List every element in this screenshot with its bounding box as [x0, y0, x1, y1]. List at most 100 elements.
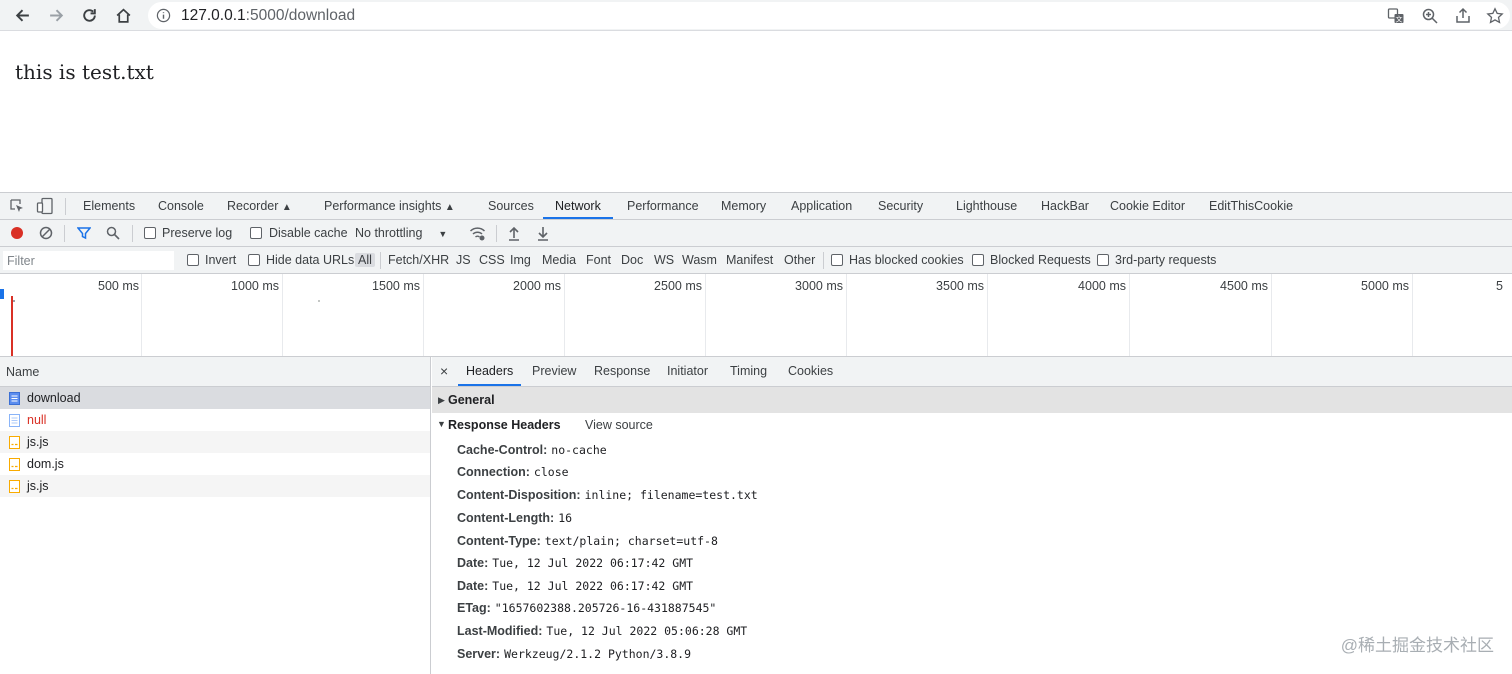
tab-security[interactable]: Security	[878, 193, 923, 219]
tab-sources[interactable]: Sources	[488, 193, 534, 219]
inspect-element-icon[interactable]	[9, 198, 25, 214]
third-party-requests-checkbox[interactable]	[1097, 254, 1109, 266]
tab-hackbar[interactable]: HackBar	[1041, 193, 1089, 219]
request-row-js-js[interactable]: js.js	[0, 431, 430, 453]
flask-icon: ▲	[281, 202, 292, 213]
has-blocked-cookies-checkbox[interactable]	[831, 254, 843, 266]
header-value: inline; filename=test.txt	[584, 488, 758, 502]
timeline-label: 5000 ms	[1361, 279, 1409, 293]
home-icon	[116, 8, 130, 23]
tab-timing[interactable]: Timing	[730, 357, 767, 386]
export-har-icon[interactable]	[536, 225, 550, 241]
divider	[65, 198, 66, 215]
header-row: Connection: close	[457, 465, 569, 479]
request-row-js-js-2[interactable]: js.js	[0, 475, 430, 497]
type-filter-manifest[interactable]: Manifest	[726, 247, 773, 273]
header-value: Tue, 12 Jul 2022 06:17:42 GMT	[492, 579, 694, 593]
import-har-icon[interactable]	[507, 225, 521, 241]
throttling-select[interactable]: No throttling ▼	[355, 220, 447, 246]
forward-button[interactable]	[43, 3, 69, 27]
network-conditions-icon[interactable]	[469, 225, 486, 242]
type-filter-media[interactable]: Media	[542, 247, 576, 273]
type-filter-doc[interactable]: Doc	[621, 247, 643, 273]
tab-cookie-editor[interactable]: Cookie Editor	[1110, 193, 1185, 219]
header-name: Date:	[457, 556, 489, 570]
timeline-label: 4500 ms	[1220, 279, 1268, 293]
name-column-header[interactable]: Name	[0, 357, 430, 387]
tab-application[interactable]: Application	[791, 193, 852, 219]
translate-icon[interactable]: 文	[1387, 7, 1405, 25]
request-row-null[interactable]: null	[0, 409, 430, 431]
header-row: Cache-Control: no-cache	[457, 443, 607, 457]
reload-button[interactable]	[76, 3, 102, 27]
timeline-label: 1500 ms	[372, 279, 420, 293]
tab-recorder[interactable]: Recorder ▲	[227, 193, 292, 219]
type-filter-all-label: All	[355, 253, 375, 267]
tab-cookies[interactable]: Cookies	[788, 357, 833, 386]
tab-console[interactable]: Console	[158, 193, 204, 219]
arrow-left-icon	[15, 9, 29, 21]
tab-lighthouse[interactable]: Lighthouse	[956, 193, 1017, 219]
type-filter-all[interactable]: All	[355, 251, 375, 269]
device-toolbar-icon[interactable]	[36, 197, 54, 215]
hide-data-urls-checkbox[interactable]	[248, 254, 260, 266]
header-value: close	[533, 465, 569, 479]
share-icon[interactable]	[1454, 7, 1472, 25]
tab-elements[interactable]: Elements	[83, 193, 135, 219]
tab-performance[interactable]: Performance	[627, 193, 699, 219]
back-button[interactable]	[9, 3, 35, 27]
view-source-link[interactable]: View source	[585, 418, 653, 432]
address-bar[interactable]: 127.0.0.1:5000/download 文	[148, 2, 1510, 29]
clear-icon[interactable]	[39, 226, 53, 240]
tab-performance-insights[interactable]: Performance insights ▲	[324, 193, 455, 219]
timeline-label: 500 ms	[98, 279, 139, 293]
divider	[64, 225, 65, 242]
tab-response[interactable]: Response	[594, 357, 650, 386]
header-name: Cache-Control:	[457, 443, 548, 457]
grid-line	[705, 274, 706, 356]
header-value: text/plain; charset=utf-8	[544, 534, 718, 548]
collapse-triangle-icon[interactable]: ▼	[437, 419, 446, 429]
expand-triangle-icon: ▶	[438, 395, 445, 405]
tab-headers[interactable]: Headers	[458, 357, 522, 386]
filter-input[interactable]	[3, 251, 174, 270]
invert-checkbox[interactable]	[187, 254, 199, 266]
type-filter-other[interactable]: Other	[784, 247, 815, 273]
header-name: Content-Length:	[457, 511, 555, 525]
watermark: @稀土掘金技术社区	[1340, 636, 1494, 655]
type-filter-img[interactable]: Img	[510, 247, 531, 273]
url-text[interactable]: 127.0.0.1:5000/download	[181, 7, 355, 25]
header-row: Content-Length: 16	[457, 511, 572, 525]
close-icon[interactable]: ×	[440, 363, 448, 379]
timeline-label: 2000 ms	[513, 279, 561, 293]
zoom-icon[interactable]	[1421, 7, 1439, 25]
general-section-header[interactable]: ▶ General	[432, 387, 1512, 413]
type-filter-js[interactable]: JS	[456, 247, 471, 273]
disable-cache-checkbox[interactable]	[250, 227, 262, 239]
type-filter-ws[interactable]: WS	[654, 247, 674, 273]
response-headers-title[interactable]: Response Headers	[448, 418, 561, 432]
type-filter-css[interactable]: CSS	[479, 247, 505, 273]
filter-icon[interactable]	[77, 226, 91, 240]
network-overview-timeline[interactable]: 500 ms 1000 ms 1500 ms 2000 ms 2500 ms 3…	[0, 274, 1512, 357]
tab-memory[interactable]: Memory	[721, 193, 766, 219]
preserve-log-checkbox[interactable]	[144, 227, 156, 239]
request-row-dom-js[interactable]: dom.js	[0, 453, 430, 475]
tab-preview[interactable]: Preview	[532, 357, 576, 386]
tab-network[interactable]: Network	[543, 193, 613, 219]
bookmark-star-icon[interactable]	[1486, 7, 1504, 25]
blocked-requests-checkbox[interactable]	[972, 254, 984, 266]
type-filter-fetch-xhr[interactable]: Fetch/XHR	[388, 247, 449, 273]
search-icon[interactable]	[106, 226, 120, 240]
type-filter-font[interactable]: Font	[586, 247, 611, 273]
type-filter-wasm[interactable]: Wasm	[682, 247, 717, 273]
request-row-download[interactable]: download	[0, 387, 430, 409]
info-icon[interactable]	[156, 8, 171, 23]
tab-editthiscookie[interactable]: EditThisCookie	[1209, 193, 1293, 219]
record-icon[interactable]	[11, 227, 23, 239]
tab-initiator[interactable]: Initiator	[667, 357, 708, 386]
home-button[interactable]	[110, 3, 136, 27]
arrow-right-icon	[49, 9, 63, 21]
request-list: Name download null js.js dom.js js.js	[0, 357, 431, 674]
network-toolbar: Preserve log Disable cache No throttling…	[0, 220, 1512, 247]
